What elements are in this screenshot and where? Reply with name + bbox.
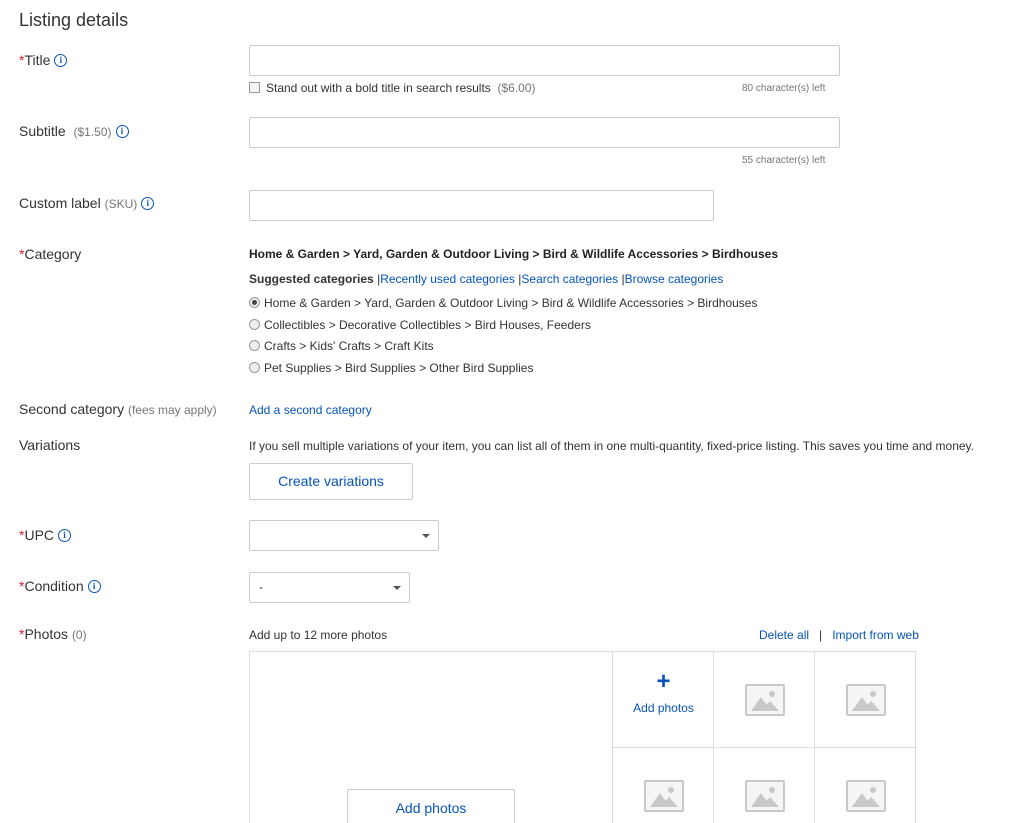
tab-suggested-categories[interactable]: Suggested categories — [249, 272, 374, 286]
info-icon[interactable]: i — [141, 196, 155, 210]
bold-title-checkbox[interactable] — [249, 82, 260, 94]
info-icon[interactable]: i — [115, 124, 129, 138]
image-placeholder-icon — [644, 780, 684, 812]
photo-slot[interactable] — [713, 748, 815, 823]
selected-category-path: Home & Garden > Yard, Garden & Outdoor L… — [249, 247, 779, 261]
subtitle-label: Subtitle ($1.50) i — [19, 123, 129, 139]
tab-search-categories[interactable]: Search categories — [521, 272, 618, 286]
photo-slot[interactable] — [713, 652, 815, 748]
title-label: *Title i — [19, 52, 68, 68]
upc-label: *UPC i — [19, 527, 72, 543]
section-title: Listing details — [19, 10, 129, 30]
radio-button[interactable] — [249, 340, 260, 352]
custom-label-input[interactable] — [249, 190, 714, 221]
add-photos-tile-label: Add photos — [633, 701, 694, 715]
title-input[interactable] — [249, 45, 840, 76]
plus-icon: + — [656, 668, 671, 695]
title-chars-left: 80 character(s) left — [742, 83, 826, 94]
image-placeholder-icon — [745, 780, 785, 812]
subtitle-chars-left: 55 character(s) left — [742, 155, 826, 166]
upc-select[interactable] — [249, 520, 439, 551]
image-placeholder-icon — [745, 684, 785, 716]
tab-browse-categories[interactable]: Browse categories — [625, 272, 724, 286]
subtitle-input[interactable] — [249, 117, 840, 148]
tab-recently-used-categories[interactable]: Recently used categories — [380, 272, 515, 286]
category-option[interactable]: Home & Garden > Yard, Garden & Outdoor L… — [249, 296, 757, 310]
radio-button[interactable] — [249, 362, 260, 374]
info-icon[interactable]: i — [87, 579, 101, 593]
photos-label: *Photos (0) — [19, 626, 87, 642]
delete-all-link[interactable]: Delete all — [759, 628, 809, 642]
info-icon[interactable]: i — [58, 528, 72, 542]
create-variations-button[interactable]: Create variations — [249, 463, 413, 500]
photo-slot[interactable] — [814, 748, 916, 823]
chevron-down-icon — [393, 586, 401, 590]
category-tabs: Suggested categories |Recently used cate… — [249, 272, 724, 286]
variations-label: Variations — [19, 437, 81, 453]
info-icon[interactable]: i — [54, 53, 68, 67]
second-category-label: Second category (fees may apply) — [19, 401, 217, 417]
condition-label: *Condition i — [19, 578, 101, 594]
chevron-down-icon — [422, 534, 430, 538]
photo-grid: Add photos + Add photos — [249, 651, 916, 823]
radio-button[interactable] — [249, 297, 260, 309]
photo-slot[interactable] — [814, 652, 916, 748]
variations-description: If you sell multiple variations of your … — [249, 439, 974, 453]
photo-slot[interactable] — [612, 748, 714, 823]
image-placeholder-icon — [846, 684, 886, 716]
photo-actions: Delete all | Import from web — [759, 628, 919, 642]
photos-hint: Add up to 12 more photos — [249, 628, 388, 642]
category-label: *Category — [19, 246, 82, 262]
add-photos-main-button[interactable]: Add photos — [347, 789, 515, 823]
bold-title-option[interactable]: Stand out with a bold title in search re… — [249, 81, 536, 95]
condition-select[interactable]: - — [249, 572, 410, 603]
category-option[interactable]: Pet Supplies > Bird Supplies > Other Bir… — [249, 361, 533, 375]
add-photos-tile[interactable]: + Add photos — [612, 652, 714, 748]
add-second-category-link[interactable]: Add a second category — [249, 403, 372, 417]
bold-title-price: ($6.00) — [497, 81, 536, 95]
radio-button[interactable] — [249, 319, 260, 331]
image-placeholder-icon — [846, 780, 886, 812]
category-option[interactable]: Crafts > Kids' Crafts > Craft Kits — [249, 339, 434, 353]
custom-label-label: Custom label (SKU) i — [19, 195, 155, 211]
import-from-web-link[interactable]: Import from web — [832, 628, 919, 642]
category-option[interactable]: Collectibles > Decorative Collectibles >… — [249, 318, 591, 332]
